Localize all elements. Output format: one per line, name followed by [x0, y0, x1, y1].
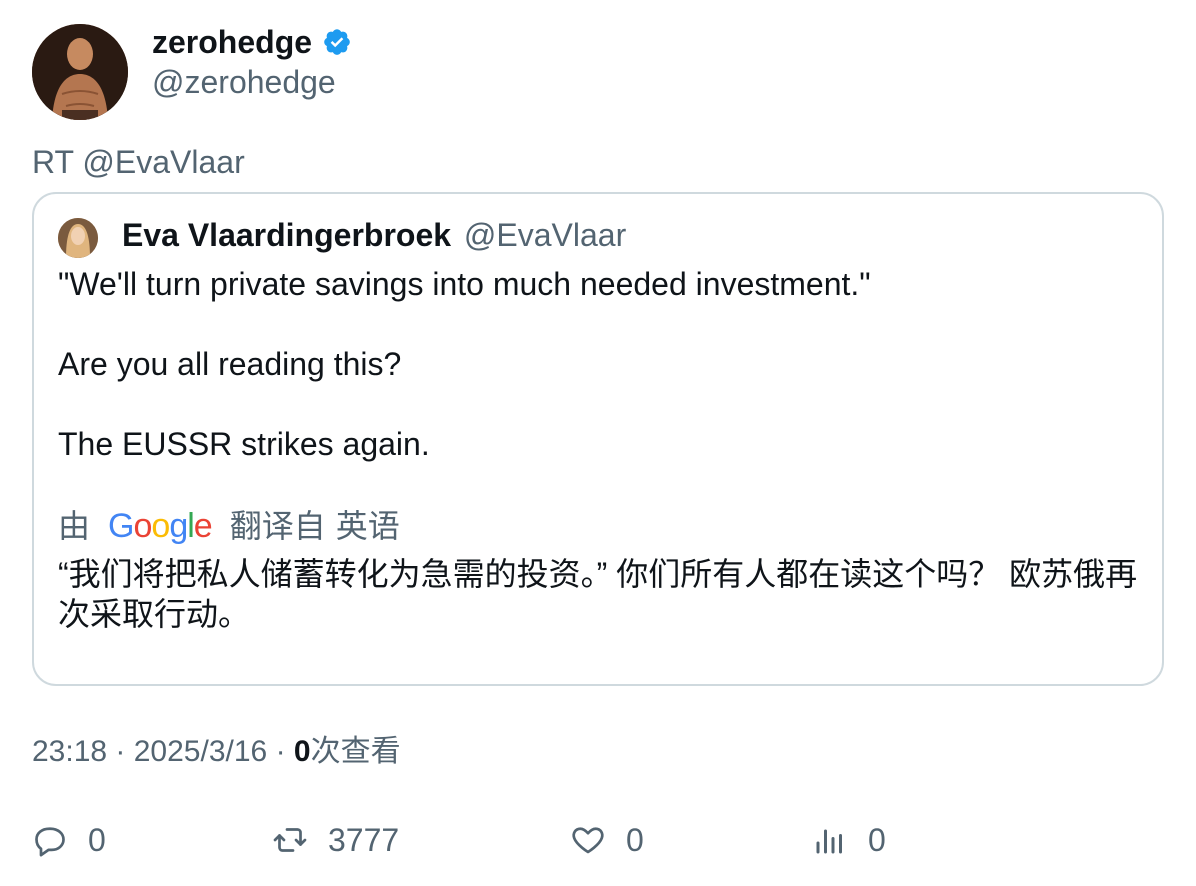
- translation-attribution: 由 Google 翻译自 英语: [58, 506, 400, 546]
- views-label: 次查看: [310, 735, 401, 768]
- author-avatar[interactable]: [32, 24, 128, 120]
- like-button[interactable]: 0: [570, 820, 644, 860]
- google-logo-letter: g: [169, 507, 188, 545]
- meta-separator: ·: [115, 735, 134, 768]
- google-logo: Google: [108, 506, 213, 546]
- tweet-date[interactable]: 2025/3/16: [134, 735, 267, 768]
- views-count: 0: [868, 821, 886, 858]
- tweet-time[interactable]: 23:18: [32, 735, 107, 768]
- tweet-meta: 23:18 · 2025/3/16 · 0次查看: [32, 732, 401, 772]
- author-handle[interactable]: @zerohedge: [152, 62, 336, 102]
- views-button[interactable]: 0: [812, 820, 886, 860]
- google-logo-letter: G: [108, 507, 134, 545]
- heart-icon: [572, 827, 604, 854]
- author-display-name[interactable]: zerohedge: [152, 22, 312, 62]
- reply-button[interactable]: 0: [32, 820, 106, 860]
- quoted-display-name[interactable]: Eva Vlaardingerbroek: [122, 217, 451, 253]
- quoted-tweet-card[interactable]: Eva Vlaardingerbroek @EvaVlaar "We'll tu…: [32, 192, 1164, 686]
- retweet-icon: [273, 828, 307, 852]
- like-count: 0: [626, 821, 644, 858]
- quoted-author-avatar[interactable]: [58, 218, 98, 258]
- google-logo-letter: e: [193, 507, 213, 545]
- google-logo-letter: o: [151, 507, 170, 545]
- reply-icon: [35, 827, 65, 857]
- quoted-text-line: "We'll turn private savings into much ne…: [58, 266, 871, 302]
- reply-count: 0: [88, 821, 106, 858]
- translated-text: “我们将把私人储蓄转化为急需的投资。” 你们所有人都在读这个吗？ 欧苏俄再次采取…: [58, 556, 1138, 632]
- translation-from-label: 翻译自: [229, 508, 326, 544]
- retweet-button[interactable]: 3777: [272, 820, 399, 860]
- quoted-author-row[interactable]: Eva Vlaardingerbroek @EvaVlaar: [122, 214, 626, 256]
- translation-source-language: 英语: [335, 508, 400, 544]
- google-logo-letter: o: [133, 507, 152, 545]
- quoted-text-line: Are you all reading this?: [58, 346, 402, 382]
- quoted-avatar-image: [58, 218, 98, 258]
- retweet-count: 3777: [328, 821, 400, 858]
- avatar-image: [32, 24, 128, 120]
- verified-badge-icon: [324, 29, 350, 55]
- translation-prefix: 由: [58, 508, 91, 544]
- views-count-inline: 0: [293, 735, 311, 768]
- meta-separator: ·: [275, 735, 294, 768]
- retweet-label: RT @EvaVlaar: [32, 144, 245, 180]
- quoted-text-line: The EUSSR strikes again.: [58, 426, 430, 462]
- author-name-row[interactable]: zerohedge: [152, 22, 352, 62]
- analytics-icon: [816, 829, 842, 854]
- quoted-handle[interactable]: @EvaVlaar: [464, 217, 626, 253]
